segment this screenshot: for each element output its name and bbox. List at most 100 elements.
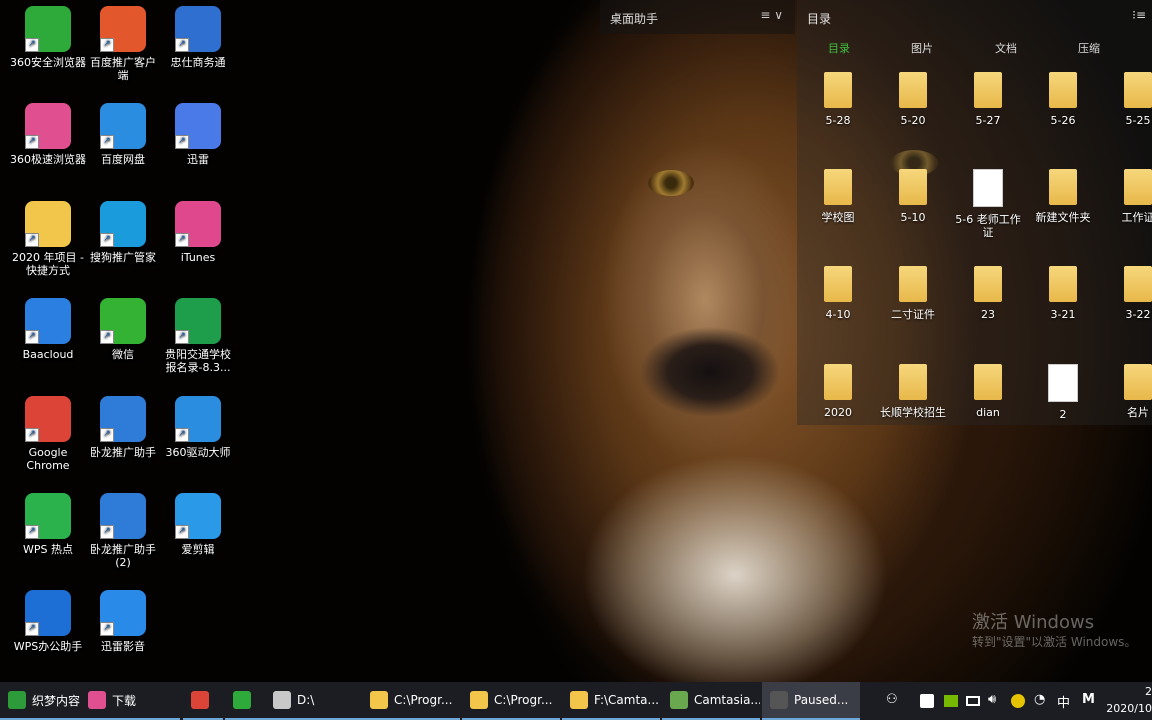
- desktop-icon[interactable]: ↗ 卧龙推广助手 (2): [85, 493, 161, 569]
- people-icon[interactable]: ⚇: [886, 692, 898, 707]
- fence-item-label: 工作证: [1121, 211, 1152, 224]
- nvidia-icon[interactable]: [944, 695, 958, 707]
- tab-images[interactable]: 图片: [911, 40, 933, 56]
- desktop-icon[interactable]: ↗ Google Chrome: [10, 396, 86, 472]
- desktop-icon[interactable]: ↗ 爱剪辑: [160, 493, 236, 556]
- fence-item-label: 3-21: [1050, 308, 1076, 321]
- fence-item[interactable]: 5-28: [803, 72, 873, 127]
- taskbar-item[interactable]: C:\Progr...: [462, 682, 560, 720]
- folder-icon: [899, 169, 927, 205]
- desktop-helper-panel[interactable]: 桌面助手 ≡ ∨: [600, 0, 795, 34]
- taskbar-item[interactable]: 下载: [80, 682, 180, 720]
- windows-security-icon[interactable]: [920, 694, 934, 708]
- fence-directory-panel: 目录 ⁝≡ 目录 图片 文档 压缩 5-28 5-20 5-27 5-26 5-25 学校…: [797, 0, 1152, 425]
- fence-item[interactable]: 5-6 老师工作证: [953, 169, 1023, 239]
- shortcut-arrow-icon: ↗: [175, 330, 189, 344]
- m-app-icon[interactable]: M: [1082, 692, 1095, 707]
- folder-icon: [974, 72, 1002, 108]
- desktop-icon[interactable]: ↗ 微信: [85, 298, 161, 361]
- fence-item[interactable]: dian: [953, 364, 1023, 419]
- fence-item[interactable]: 5-27: [953, 72, 1023, 127]
- volume-icon[interactable]: 🔊︎: [988, 692, 996, 707]
- desktop-icon[interactable]: ↗ 贵阳交通学校报名录-8.3...: [160, 298, 236, 374]
- fence-item[interactable]: 3-22: [1103, 266, 1152, 321]
- app-icon: ↗: [25, 396, 71, 442]
- app-icon: ↗: [175, 493, 221, 539]
- shortcut-arrow-icon: ↗: [100, 330, 114, 344]
- shortcut-arrow-icon: ↗: [175, 233, 189, 247]
- desktop-icon-label: iTunes: [180, 251, 216, 264]
- desktop-icon[interactable]: ↗ WPS办公助手: [10, 590, 86, 653]
- clock-date[interactable]: 2020/10: [1106, 702, 1152, 715]
- tab-archives[interactable]: 压缩: [1078, 40, 1100, 56]
- taskbar-app-icon: [470, 691, 488, 709]
- fence-item[interactable]: 长顺学校招生: [878, 364, 948, 419]
- ime-indicator[interactable]: 中: [1057, 692, 1070, 711]
- desktop-icon[interactable]: ↗ WPS 热点: [10, 493, 86, 556]
- shortcut-arrow-icon: ↗: [25, 525, 39, 539]
- fence-item[interactable]: 23: [953, 266, 1023, 321]
- shortcut-arrow-icon: ↗: [25, 622, 39, 636]
- desktop-icon[interactable]: ↗ 百度网盘: [85, 103, 161, 166]
- desktop-icon-label: 360驱动大师: [165, 446, 231, 459]
- app-icon: ↗: [175, 201, 221, 247]
- taskbar-item-label: C:\Progr...: [394, 693, 453, 707]
- desktop-icon[interactable]: ↗ 360安全浏览器: [10, 6, 86, 69]
- fence-item[interactable]: 2: [1028, 364, 1098, 421]
- fence-title: 目录: [807, 12, 832, 26]
- desktop-icon[interactable]: ↗ 卧龙推广助手: [85, 396, 161, 459]
- fence-item[interactable]: 新建文件夹: [1028, 169, 1098, 224]
- fence-item[interactable]: 学校图: [803, 169, 873, 224]
- app-icon: ↗: [100, 493, 146, 539]
- desktop-icon-label: Google Chrome: [26, 446, 70, 472]
- fence-item[interactable]: 工作证: [1103, 169, 1152, 224]
- desktop-icon[interactable]: ↗ 2020 年项目 - 快捷方式: [10, 201, 86, 277]
- taskbar-item[interactable]: D:\: [265, 682, 362, 720]
- fence-item[interactable]: 5-26: [1028, 72, 1098, 127]
- taskbar-item[interactable]: 织梦内容...: [0, 682, 80, 720]
- fence-item[interactable]: 2020: [803, 364, 873, 419]
- desktop-icon[interactable]: ↗ 搜狗推广管家: [85, 201, 161, 264]
- shortcut-arrow-icon: ↗: [100, 622, 114, 636]
- desktop-icon[interactable]: ↗ 360驱动大师: [160, 396, 236, 459]
- taskbar-item[interactable]: Paused...: [762, 682, 860, 720]
- battery-icon[interactable]: [966, 696, 980, 706]
- shortcut-arrow-icon: ↗: [175, 135, 189, 149]
- fence-item[interactable]: 二寸证件: [878, 266, 948, 321]
- shortcut-arrow-icon: ↗: [25, 135, 39, 149]
- fence-item[interactable]: 5-10: [878, 169, 948, 224]
- desktop-icon[interactable]: ↗ 百度推广客户端: [85, 6, 161, 82]
- desktop-icon[interactable]: ↗ 忠仕商务通: [160, 6, 236, 69]
- fence-item-label: 4-10: [825, 308, 851, 321]
- taskbar-item[interactable]: F:\Camta...: [562, 682, 660, 720]
- desktop-icon[interactable]: ↗ Baacloud: [10, 298, 86, 361]
- app-icon: ↗: [100, 396, 146, 442]
- tab-documents[interactable]: 文档: [995, 40, 1017, 56]
- plus-app-icon[interactable]: [1011, 694, 1025, 708]
- taskbar-item[interactable]: [183, 682, 223, 720]
- taskbar-item[interactable]: Camtasia...: [662, 682, 760, 720]
- fence-item[interactable]: 4-10: [803, 266, 873, 321]
- tab-directory[interactable]: 目录: [828, 40, 850, 56]
- fence-item[interactable]: 名片: [1103, 364, 1152, 419]
- taskbar-item[interactable]: [225, 682, 265, 720]
- desktop-icon[interactable]: ↗ iTunes: [160, 201, 236, 264]
- network-icon[interactable]: ◔: [1034, 692, 1045, 707]
- desktop-icon[interactable]: ↗ 迅雷影音: [85, 590, 161, 653]
- fence-item[interactable]: 3-21: [1028, 266, 1098, 321]
- panel-title: 桌面助手: [610, 12, 659, 26]
- panel-menu-icon[interactable]: ≡ ∨: [760, 8, 783, 22]
- desktop-icon[interactable]: ↗ 360极速浏览器: [10, 103, 86, 166]
- shortcut-arrow-icon: ↗: [25, 330, 39, 344]
- clock-time[interactable]: 2: [1145, 685, 1152, 698]
- fence-menu-icon[interactable]: ⁝≡: [1132, 8, 1146, 22]
- fence-item[interactable]: 5-20: [878, 72, 948, 127]
- fence-item[interactable]: 5-25: [1103, 72, 1152, 127]
- desktop-icon-label: 360极速浏览器: [10, 153, 86, 166]
- desktop-icon-label: 爱剪辑: [181, 543, 215, 556]
- taskbar-item[interactable]: C:\Progr...: [362, 682, 460, 720]
- fence-item-label: 长顺学校招生: [880, 406, 946, 419]
- fence-item-label: 23: [981, 308, 995, 321]
- desktop-icon[interactable]: ↗ 迅雷: [160, 103, 236, 166]
- taskbar-item-label: 织梦内容...: [32, 693, 80, 708]
